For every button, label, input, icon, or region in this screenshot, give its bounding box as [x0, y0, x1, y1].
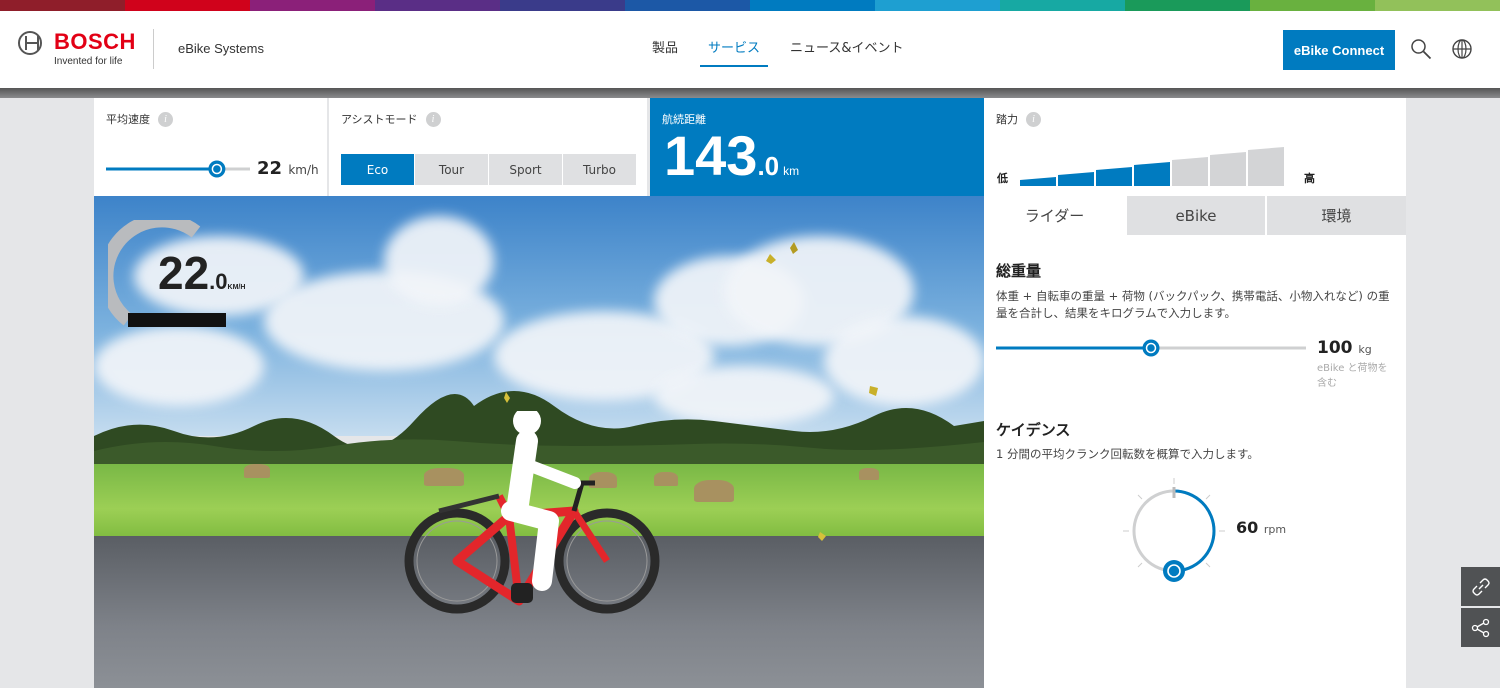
- avg-speed-card: 平均速度 i: [94, 98, 327, 196]
- avg-speed-label: 平均速度: [106, 113, 150, 126]
- weight-note: eBike と荷物を含む: [1317, 363, 1388, 389]
- bosch-logo[interactable]: BOSCH Invented for life: [18, 31, 136, 67]
- pedal-force-scale[interactable]: [1020, 146, 1290, 186]
- cadence-value: 60 rpm: [1236, 518, 1287, 537]
- nav-item-news-events[interactable]: ニュース&イベント: [790, 37, 904, 64]
- settings-panel: ライダー eBike 環境 総重量 体重 + 自転車の重量 + 荷物 (バックパ…: [984, 196, 1406, 688]
- ebike-connect-button[interactable]: eBike Connect: [1283, 30, 1395, 70]
- copy-link-button[interactable]: [1461, 567, 1500, 606]
- weight-value: 100 kg: [1317, 338, 1372, 358]
- assist-mode-card: アシストモード i Eco Tour Sport Turbo: [329, 98, 647, 196]
- search-icon[interactable]: [1410, 38, 1432, 60]
- pedal-level-step[interactable]: [1210, 152, 1246, 186]
- share-icon: [1471, 618, 1489, 637]
- brand-name: BOSCH: [54, 29, 136, 54]
- pedal-high-label: 高: [1304, 172, 1315, 185]
- cadence-description: 1 分間の平均クランク回転数を概算で入力します。: [996, 447, 1259, 461]
- pedal-level-step[interactable]: [1134, 162, 1170, 186]
- pedal-low-label: 低: [997, 172, 1008, 185]
- link-icon: [1471, 577, 1490, 596]
- slider-handle[interactable]: [208, 160, 226, 178]
- header-divider: [153, 29, 154, 69]
- tab-ebike[interactable]: eBike: [1125, 196, 1265, 235]
- share-button[interactable]: [1461, 608, 1500, 647]
- assist-mode-label: アシストモード: [341, 113, 418, 126]
- mode-button-tour[interactable]: Tour: [415, 154, 488, 185]
- weight-description: 体重 + 自転車の重量 + 荷物 (バックパック、携帯電話、小物入れなど) の重…: [996, 289, 1390, 320]
- mode-button-eco[interactable]: Eco: [341, 154, 414, 185]
- brand-color-strip: [0, 0, 1500, 11]
- slider-handle[interactable]: [1142, 339, 1160, 357]
- info-icon[interactable]: i: [158, 111, 173, 127]
- dial-handle[interactable]: [1163, 560, 1185, 582]
- range-value: 143.0 km: [664, 124, 800, 187]
- pedal-level-step[interactable]: [1172, 157, 1208, 186]
- tab-environment[interactable]: 環境: [1265, 196, 1406, 235]
- main-nav: 製品 サービス ニュース&イベント: [652, 37, 934, 67]
- tab-rider[interactable]: ライダー: [984, 196, 1125, 235]
- mode-button-sport[interactable]: Sport: [489, 154, 562, 185]
- pedal-force-label: 踏力: [996, 113, 1018, 126]
- brand-tagline: Invented for life: [54, 56, 123, 67]
- pedal-level-step[interactable]: [1248, 147, 1284, 186]
- info-icon[interactable]: i: [425, 111, 441, 127]
- globe-icon[interactable]: [1451, 38, 1473, 60]
- pedal-force-card: 踏力 i 低 高: [984, 98, 1406, 196]
- weight-title: 総重量: [996, 262, 1042, 280]
- nav-item-products[interactable]: 製品: [652, 37, 678, 64]
- site-header: BOSCH Invented for life eBike Systems 製品…: [0, 11, 1500, 88]
- info-icon[interactable]: i: [1026, 111, 1041, 127]
- header-shadow: [0, 88, 1500, 98]
- pedal-level-step[interactable]: [1020, 177, 1056, 186]
- ebike-rider-illustration: [404, 411, 660, 614]
- product-name[interactable]: eBike Systems: [178, 41, 264, 56]
- avg-speed-slider[interactable]: [104, 158, 254, 180]
- nav-item-service[interactable]: サービス: [700, 37, 769, 67]
- settings-tabs: ライダー eBike 環境: [984, 196, 1406, 235]
- riding-scene: 22.0KM/H: [94, 196, 984, 688]
- pedal-level-step[interactable]: [1058, 172, 1094, 186]
- cadence-title: ケイデンス: [996, 421, 1071, 439]
- assist-mode-selector: Eco Tour Sport Turbo: [341, 154, 637, 185]
- mode-button-turbo[interactable]: Turbo: [563, 154, 636, 185]
- pedal-level-step[interactable]: [1096, 167, 1132, 186]
- range-card: 航続距離 143.0 km: [650, 98, 984, 196]
- weight-slider[interactable]: [994, 337, 1310, 359]
- cadence-dial[interactable]: [1119, 476, 1229, 586]
- avg-speed-value: 22 km/h: [257, 158, 319, 179]
- bosch-armature-icon: [18, 31, 42, 55]
